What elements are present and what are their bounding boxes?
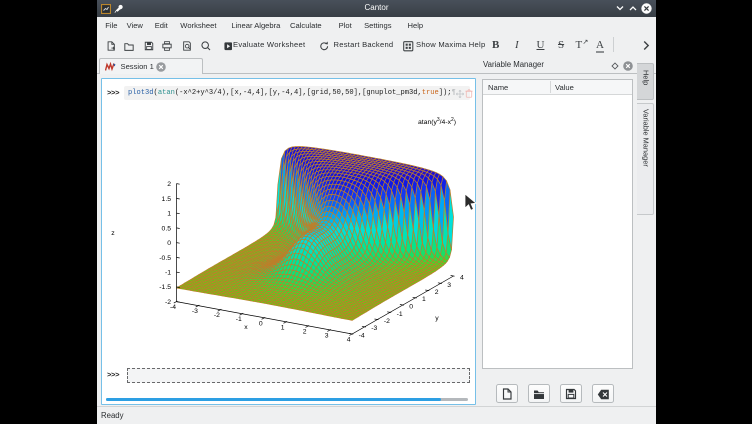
svg-text:1: 1 (281, 324, 285, 331)
svg-text:z: z (111, 230, 115, 237)
svg-text:-1: -1 (397, 311, 403, 318)
svg-text:0: 0 (167, 240, 171, 247)
svg-text:0.5: 0.5 (162, 225, 172, 232)
svg-text:0: 0 (259, 320, 263, 327)
svg-text:-1.5: -1.5 (159, 284, 171, 291)
svg-text:-2: -2 (384, 318, 390, 325)
svg-text:-4: -4 (170, 304, 176, 311)
svg-text:-2: -2 (214, 312, 220, 319)
svg-text:3: 3 (447, 282, 451, 289)
svg-text:x: x (244, 324, 248, 331)
svg-text:2: 2 (167, 181, 171, 188)
svg-text:-1: -1 (165, 270, 171, 277)
svg-text:2: 2 (435, 289, 439, 296)
svg-text:1: 1 (422, 296, 426, 303)
svg-text:2: 2 (303, 328, 307, 335)
svg-text:1: 1 (167, 211, 171, 218)
svg-text:-3: -3 (371, 325, 377, 332)
svg-text:0: 0 (409, 304, 413, 311)
svg-text:-3: -3 (192, 308, 198, 315)
svg-text:-4: -4 (359, 333, 365, 340)
svg-text:-0.5: -0.5 (159, 255, 171, 262)
svg-text:atan(y3/4-x2): atan(y3/4-x2) (418, 117, 456, 126)
svg-text:4: 4 (347, 337, 351, 344)
svg-text:-1: -1 (236, 316, 242, 323)
svg-text:3: 3 (325, 333, 329, 340)
svg-text:4: 4 (460, 275, 464, 282)
svg-text:y: y (435, 315, 439, 322)
svg-text:1.5: 1.5 (162, 196, 172, 203)
